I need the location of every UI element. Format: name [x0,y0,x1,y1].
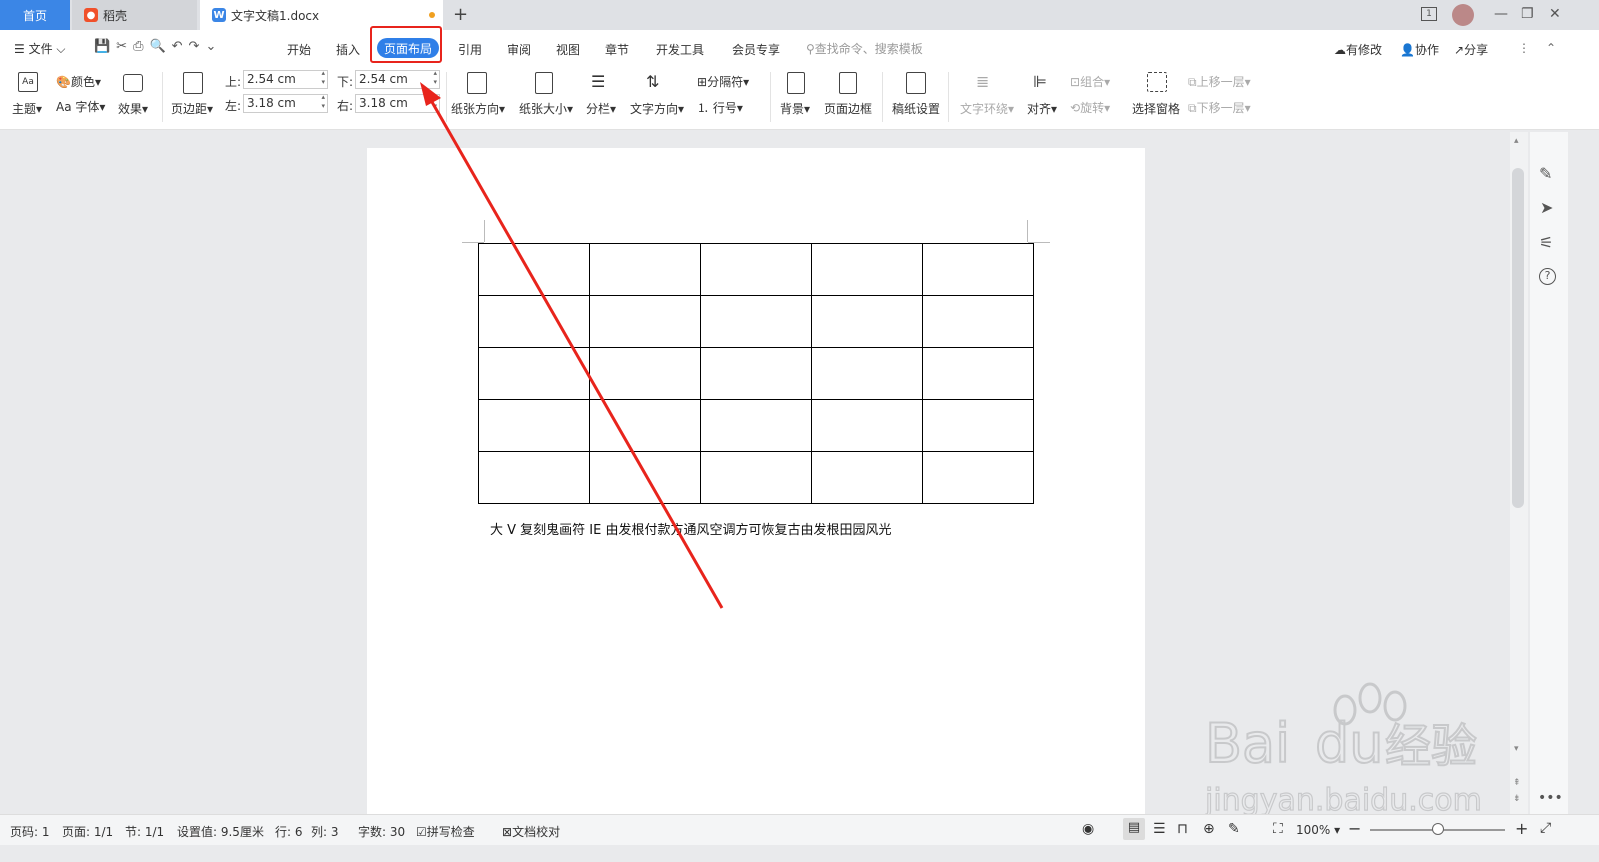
annotation-arrow [420,82,724,609]
zoom-dropdown[interactable]: 100% ▾ [1296,823,1340,837]
fit-window-icon[interactable]: ⛶ [1273,821,1283,837]
status-page-number[interactable]: 页码: 1 [10,823,50,840]
web-view-icon[interactable]: ⊕ [1203,821,1215,837]
doc-proof-label: 文档校对 [512,825,561,839]
page-view-icon[interactable]: ▤ [1123,818,1145,840]
status-setting-value[interactable]: 设置值: 9.5厘米 [177,823,264,840]
fullscreen-icon[interactable]: ⤢ [1540,820,1551,836]
outline-view-icon[interactable]: ☰ [1153,821,1166,837]
zoom-value: 100% [1296,823,1331,837]
zoom-slider-handle[interactable] [1432,823,1444,835]
spell-check-button[interactable]: ☑拼写检查 [416,823,475,840]
zoom-out-button[interactable]: − [1348,819,1361,838]
doc-proof-icon: ⊠ [502,825,513,839]
status-col[interactable]: 列: 3 [311,823,339,840]
eye-protection-icon[interactable]: ◉ [1082,821,1094,837]
status-word-count[interactable]: 字数: 30 [358,823,405,840]
status-row[interactable]: 行: 6 [275,823,303,840]
spell-check-label: 拼写检查 [426,825,475,839]
write-mode-icon[interactable]: ✎ [1228,821,1240,837]
zoom-in-button[interactable]: + [1515,819,1528,838]
doc-proof-button[interactable]: ⊠文档校对 [502,823,560,840]
status-section[interactable]: 节: 1/1 [125,823,164,840]
reading-view-icon[interactable]: ⊓ [1177,821,1188,837]
status-pages[interactable]: 页面: 1/1 [62,823,113,840]
spell-check-icon: ☑ [416,825,427,839]
